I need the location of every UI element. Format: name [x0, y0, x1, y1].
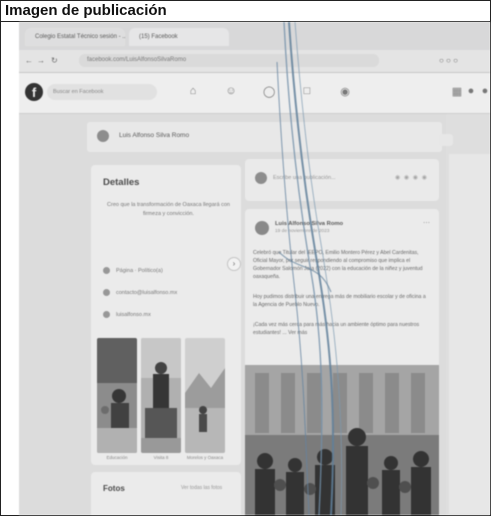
- pen-scribble: [276, 22, 343, 515]
- screen-photo: Colegio Estatal Técnico sesión - ... (15…: [19, 22, 490, 515]
- caption-title: Imagen de publicación: [5, 2, 167, 19]
- image-frame: Imagen de publicación Colegio Estatal Té…: [0, 0, 491, 516]
- caption-bar: Imagen de publicación: [1, 1, 490, 22]
